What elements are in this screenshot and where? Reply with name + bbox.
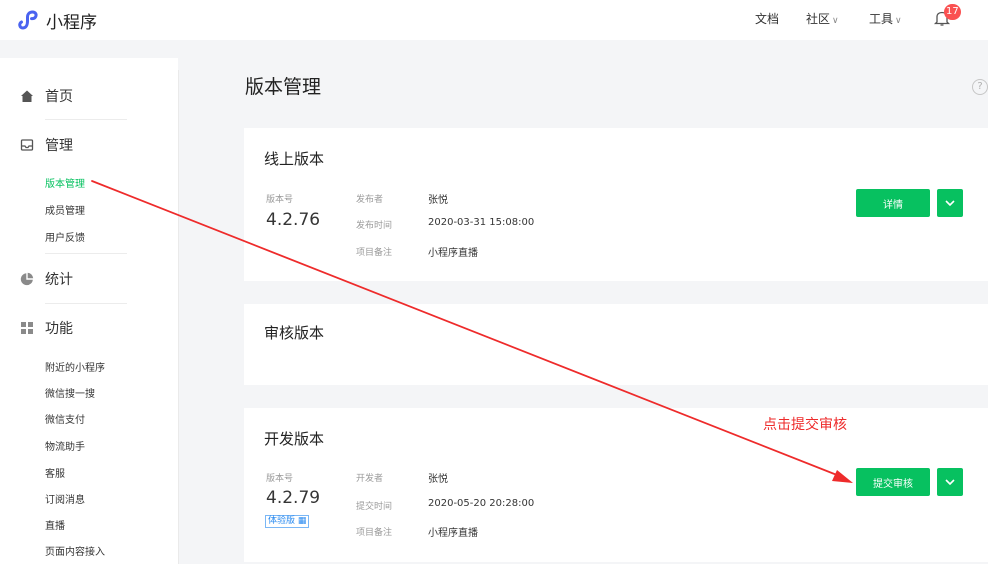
review-version-card: 审核版本 bbox=[244, 304, 988, 385]
more-dropdown-button[interactable] bbox=[937, 189, 963, 217]
submit-time-label: 提交时间 bbox=[356, 502, 393, 512]
sidebar-section-manage[interactable]: 管理 bbox=[20, 135, 73, 155]
chevron-down-icon: ∨ bbox=[895, 16, 902, 26]
grid-icon bbox=[20, 321, 34, 335]
details-button[interactable]: 详情 bbox=[856, 189, 930, 217]
top-bar: 小程序 文档 社区 ∨ 工具 ∨ 17 bbox=[0, 0, 988, 40]
sidebar-item-home[interactable]: 首页 bbox=[20, 86, 73, 106]
chevron-down-icon bbox=[945, 479, 955, 485]
publisher-value: 张悦 bbox=[428, 195, 448, 206]
publisher-label: 发布者 bbox=[356, 195, 384, 205]
sidebar-section-features[interactable]: 功能 bbox=[20, 318, 73, 338]
home-icon bbox=[20, 89, 34, 103]
version-number: 4.2.79 bbox=[266, 488, 321, 508]
sidebar-item-wechat-search[interactable]: 微信搜一搜 bbox=[45, 385, 95, 400]
publish-time-value: 2020-03-31 15:08:00 bbox=[428, 217, 535, 228]
submit-for-review-button[interactable]: 提交审核 bbox=[856, 468, 930, 496]
card-title: 审核版本 bbox=[264, 324, 325, 342]
version-label: 版本号 bbox=[266, 195, 294, 205]
qr-code-icon: ▦ bbox=[297, 516, 307, 526]
developer-value: 张悦 bbox=[428, 474, 448, 485]
version-number: 4.2.76 bbox=[266, 210, 321, 230]
sidebar-section-label: 功能 bbox=[45, 321, 73, 337]
logo[interactable]: 小程序 bbox=[16, 6, 97, 34]
sidebar-section-label: 管理 bbox=[45, 138, 73, 154]
version-label: 版本号 bbox=[266, 474, 294, 484]
card-title: 线上版本 bbox=[264, 150, 325, 168]
sidebar-item-version-management[interactable]: 版本管理 bbox=[45, 175, 85, 190]
sidebar-section-stats[interactable]: 统计 bbox=[20, 269, 73, 289]
question-circle-icon[interactable]: ? bbox=[972, 79, 988, 95]
page-title: 版本管理 bbox=[245, 76, 322, 98]
publish-time-label: 发布时间 bbox=[356, 221, 393, 231]
sidebar-item-user-feedback[interactable]: 用户反馈 bbox=[45, 229, 85, 244]
more-dropdown-button[interactable] bbox=[937, 468, 963, 496]
app-name: 小程序 bbox=[46, 12, 97, 33]
submit-time-value: 2020-05-20 20:28:00 bbox=[428, 498, 535, 509]
nav-tools[interactable]: 工具 ∨ bbox=[869, 10, 902, 27]
note-label: 项目备注 bbox=[356, 528, 393, 538]
sidebar-item-wechat-pay[interactable]: 微信支付 bbox=[45, 411, 85, 426]
chevron-down-icon: ∨ bbox=[832, 16, 839, 26]
note-value: 小程序直播 bbox=[428, 528, 478, 539]
sidebar-divider bbox=[45, 119, 127, 120]
online-version-card: 线上版本 版本号 4.2.76 发布者 张悦 发布时间 2020-03-31 1… bbox=[244, 128, 988, 281]
inbox-icon bbox=[20, 138, 34, 152]
dev-version-card: 开发版本 版本号 4.2.79 体验版 ▦ 开发者 张悦 提交时间 2020-0… bbox=[244, 408, 988, 562]
sidebar-item-live[interactable]: 直播 bbox=[45, 517, 65, 532]
mini-program-logo-icon bbox=[18, 10, 38, 30]
nav-tools-label: 工具 bbox=[869, 12, 894, 26]
nav-docs[interactable]: 文档 bbox=[755, 10, 779, 27]
trial-version-tag: 体验版 ▦ bbox=[265, 515, 310, 528]
nav-community[interactable]: 社区 ∨ bbox=[806, 10, 839, 27]
sidebar-divider bbox=[45, 253, 127, 254]
sidebar-border bbox=[178, 70, 179, 564]
sidebar-item-member-management[interactable]: 成员管理 bbox=[45, 202, 85, 217]
sidebar-item-label: 首页 bbox=[45, 89, 73, 105]
note-value: 小程序直播 bbox=[428, 248, 478, 259]
sidebar bbox=[0, 58, 178, 564]
developer-label: 开发者 bbox=[356, 474, 384, 484]
sidebar-item-page-content-access[interactable]: 页面内容接入 bbox=[45, 543, 105, 558]
sidebar-section-label: 统计 bbox=[45, 272, 73, 288]
chevron-down-icon bbox=[945, 200, 955, 206]
sidebar-divider bbox=[45, 303, 127, 304]
trial-version-tag-label: 体验版 bbox=[268, 516, 296, 526]
sidebar-item-subscription-messages[interactable]: 订阅消息 bbox=[45, 491, 85, 506]
card-title: 开发版本 bbox=[264, 430, 325, 448]
annotation-text: 点击提交审核 bbox=[763, 417, 847, 433]
sidebar-item-nearby-mini-programs[interactable]: 附近的小程序 bbox=[45, 359, 105, 374]
pie-chart-icon bbox=[20, 272, 34, 286]
sidebar-item-logistics[interactable]: 物流助手 bbox=[45, 438, 85, 453]
sidebar-item-customer-service[interactable]: 客服 bbox=[45, 465, 65, 480]
nav-community-label: 社区 bbox=[806, 12, 831, 26]
note-label: 项目备注 bbox=[356, 248, 393, 258]
notification-badge: 17 bbox=[944, 4, 961, 20]
